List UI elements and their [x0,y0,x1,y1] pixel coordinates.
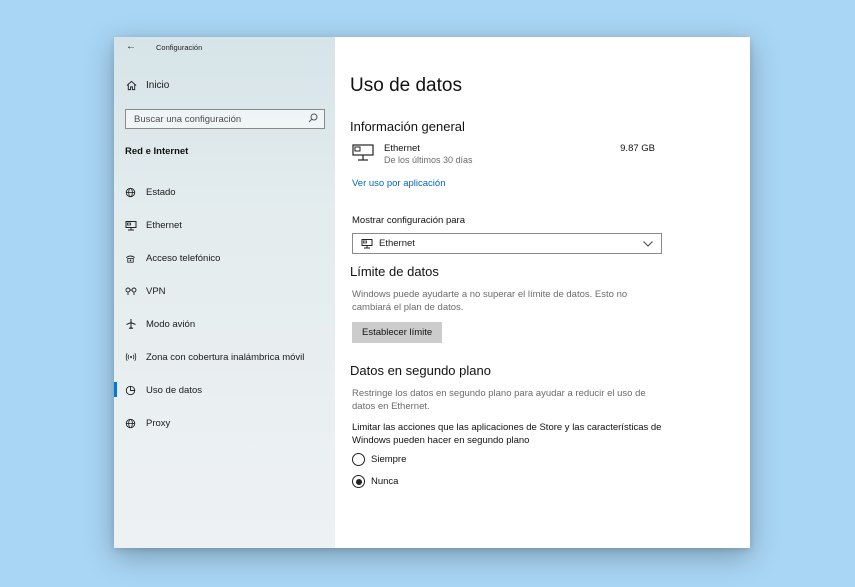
home-icon [126,80,146,91]
show-settings-label: Mostrar configuración para [352,215,465,226]
globe-icon [125,418,146,429]
home-link[interactable]: Inicio [126,80,169,91]
sidebar-item-label: Zona con cobertura inalámbrica móvil [146,351,305,363]
ethernet-icon [352,143,384,168]
window-title: Configuración [156,42,203,52]
hotspot-icon [125,352,146,362]
sidebar-item-zona-cobertura[interactable]: Zona con cobertura inalámbrica móvil [114,346,335,368]
data-limit-heading: Límite de datos [350,264,439,279]
usage-amount: 9.87 GB [620,143,655,154]
sidebar-item-ethernet[interactable]: Ethernet [114,214,335,236]
radio-nunca[interactable]: Nunca [352,475,398,488]
ethernet-usage-row: Ethernet De los últimos 30 días 9.87 GB [352,143,655,168]
main-content: Uso de datos Información general Etherne… [335,37,750,548]
background-data-description: Restringe los datos en segundo plano par… [352,388,646,412]
sidebar-item-proxy[interactable]: Proxy [114,412,335,434]
back-arrow-icon[interactable]: ← [126,42,138,52]
ethernet-icon [361,238,373,249]
network-select[interactable]: Ethernet [352,233,662,254]
sidebar-item-label: Modo avión [146,318,196,330]
connection-name: Ethernet [384,143,420,154]
network-select-value: Ethernet [379,238,415,249]
ethernet-icon [125,220,146,231]
usage-period: De los últimos 30 días [384,155,473,165]
radio-selected-dot [355,478,362,485]
sidebar-item-label: VPN [146,285,166,297]
view-usage-per-app-link[interactable]: Ver uso por aplicación [352,178,445,189]
overview-heading: Información general [350,119,465,134]
title-bar: ← Configuración [126,42,202,52]
sidebar-item-label: Estado [146,186,176,198]
active-indicator [114,382,117,397]
search-placeholder: Buscar una configuración [134,113,242,125]
sidebar-item-label: Acceso telefónico [146,252,221,264]
section-title: Red e Internet [125,146,189,157]
radio-siempre[interactable]: Siempre [352,453,406,466]
chevron-down-icon [643,240,653,247]
sidebar-item-vpn[interactable]: VPN [114,280,335,302]
search-input[interactable]: Buscar una configuración [125,109,325,129]
airplane-icon [125,318,146,330]
sidebar-item-uso-de-datos[interactable]: Uso de datos [114,379,335,401]
background-data-heading: Datos en segundo plano [350,363,491,378]
sidebar-item-acceso-telefonico[interactable]: Acceso telefónico [114,247,335,269]
radio-label: Nunca [371,476,399,487]
radio-circle[interactable] [352,475,365,488]
radio-circle[interactable] [352,453,365,466]
radio-label: Siempre [371,454,407,465]
sidebar: ← Configuración Inicio Buscar una config… [114,37,335,548]
set-limit-button[interactable]: Establecer límite [352,322,443,343]
sidebar-item-label: Uso de datos [146,384,202,396]
dial-up-icon [125,253,146,264]
sidebar-item-label: Proxy [146,417,171,429]
data-limit-description: Windows puede ayudarte a no superar el l… [352,289,628,313]
home-label: Inicio [146,80,170,91]
sidebar-item-label: Ethernet [146,219,182,231]
data-usage-icon [125,385,146,396]
vpn-icon [125,286,146,296]
sidebar-item-estado[interactable]: Estado [114,181,335,203]
background-limit-text: Limitar las acciones que las aplicacione… [352,422,662,446]
search-icon[interactable] [308,113,318,126]
status-globe-icon [125,187,146,198]
settings-window: ← Configuración Inicio Buscar una config… [114,37,750,548]
page-title: Uso de datos [350,75,462,96]
sidebar-item-modo-avion[interactable]: Modo avión [114,313,335,335]
